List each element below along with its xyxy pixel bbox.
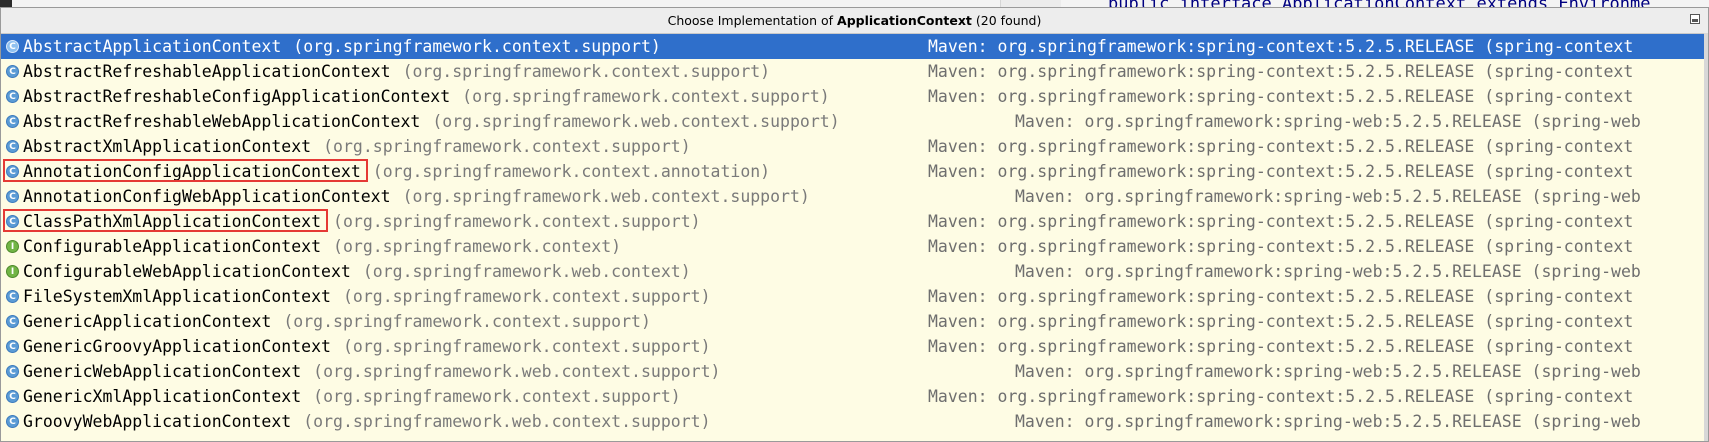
popup-title-prefix: Choose Implementation of: [667, 13, 834, 28]
package-name: (org.springframework.context.support): [283, 312, 651, 331]
class-name: AbstractRefreshableApplicationContext: [23, 62, 391, 81]
maven-artifact: Maven: org.springframework:spring-contex…: [928, 212, 1634, 231]
class-name: ConfigurableWebApplicationContext: [23, 262, 351, 281]
package-name: (org.springframework.context.support): [402, 62, 771, 81]
class-icon: C: [6, 315, 19, 328]
maven-artifact: Maven: org.springframework:spring-contex…: [928, 162, 1634, 181]
package-name: (org.springframework.context.support): [293, 37, 661, 56]
class-name: AbstractRefreshableConfigApplicationCont…: [23, 87, 451, 106]
class-icon: C: [6, 115, 19, 128]
maven-artifact: Maven: org.springframework:spring-web:5.…: [1015, 412, 1641, 431]
package-name: (org.springframework.context.support): [342, 337, 711, 356]
class-name: AbstractXmlApplicationContext: [23, 137, 312, 156]
popup-title-bold: ApplicationContext: [837, 13, 972, 28]
maven-artifact: Maven: org.springframework:spring-contex…: [928, 387, 1634, 406]
maven-artifact: Maven: org.springframework:spring-contex…: [928, 137, 1634, 156]
maven-artifact: Maven: org.springframework:spring-contex…: [928, 287, 1634, 306]
class-icon: C: [6, 290, 19, 303]
class-icon: C: [6, 140, 19, 153]
list-item[interactable]: C AnnotationConfigApplicationContext (org.…: [1, 159, 1708, 184]
class-icon: C: [6, 40, 19, 53]
class-name: GenericApplicationContext: [23, 312, 272, 331]
class-icon: C: [6, 415, 19, 428]
class-icon: C: [6, 340, 19, 353]
list-item[interactable]: I ConfigurableWebApplicationContext (org.s…: [1, 259, 1708, 284]
package-name: (org.springframework.web.context): [362, 262, 691, 281]
pin-window-icon[interactable]: [1690, 14, 1700, 24]
popup-header: Choose Implementation of ApplicationCont…: [1, 8, 1708, 34]
class-icon: C: [6, 165, 19, 178]
list-item[interactable]: C GenericGroovyApplicationContext (org.spr…: [1, 334, 1708, 359]
choose-implementation-popup: Choose Implementation of ApplicationCont…: [0, 7, 1709, 442]
package-name: (org.springframework.web.context.support…: [303, 412, 711, 431]
implementation-list: C AbstractApplicationContext (org.springfr…: [1, 34, 1708, 434]
class-icon: C: [6, 190, 19, 203]
class-name: GenericXmlApplicationContext: [23, 387, 302, 406]
maven-artifact: Maven: org.springframework:spring-contex…: [928, 312, 1634, 331]
package-name: (org.springframework.context.support): [313, 387, 681, 406]
class-name: AnnotationConfigApplicationContext: [23, 162, 361, 181]
maven-artifact: Maven: org.springframework:spring-web:5.…: [1015, 262, 1641, 281]
class-icon: C: [6, 365, 19, 378]
package-name: (org.springframework.context.support): [342, 287, 711, 306]
class-name: AbstractApplicationContext: [23, 37, 282, 56]
maven-artifact: Maven: org.springframework:spring-contex…: [928, 37, 1634, 56]
maven-artifact: Maven: org.springframework:spring-web:5.…: [1015, 112, 1641, 131]
package-name: (org.springframework.web.context.support…: [402, 187, 810, 206]
list-item[interactable]: C FileSystemXmlApplicationContext (org.spr…: [1, 284, 1708, 309]
list-item[interactable]: C AbstractApplicationContext (org.springfr…: [1, 34, 1708, 59]
package-name: (org.springframework.web.context.support…: [313, 362, 721, 381]
interface-icon: I: [6, 240, 19, 253]
package-name: (org.springframework.context.support): [323, 137, 691, 156]
class-icon: C: [6, 90, 19, 103]
package-name: (org.springframework.web.context.support…: [432, 112, 840, 131]
list-item[interactable]: C AbstractRefreshableWebApplicationContex…: [1, 109, 1708, 134]
list-item[interactable]: C GenericWebApplicationContext (org.spring…: [1, 359, 1708, 384]
list-item[interactable]: C GroovyWebApplicationContext (org.springf…: [1, 409, 1708, 434]
class-icon: C: [6, 65, 19, 78]
package-name: (org.springframework.context.annotation): [372, 162, 771, 181]
package-name: (org.springframework.context.support): [333, 212, 701, 231]
class-name: GenericGroovyApplicationContext: [23, 337, 331, 356]
list-item[interactable]: I ConfigurableApplicationContext (org.spri…: [1, 234, 1708, 259]
maven-artifact: Maven: org.springframework:spring-contex…: [928, 337, 1634, 356]
class-icon: C: [6, 215, 19, 228]
package-name: (org.springframework.context): [333, 237, 622, 256]
list-item[interactable]: C AnnotationConfigWebApplicationContext (o…: [1, 184, 1708, 209]
class-name: ClassPathXmlApplicationContext: [23, 212, 322, 231]
class-icon: C: [6, 390, 19, 403]
list-item[interactable]: C GenericXmlApplicationContext (org.spring…: [1, 384, 1708, 409]
list-item[interactable]: C AbstractXmlApplicationContext (org.sprin…: [1, 134, 1708, 159]
class-name: AnnotationConfigWebApplicationContext: [23, 187, 391, 206]
maven-artifact: Maven: org.springframework:spring-contex…: [928, 62, 1634, 81]
scrollbar[interactable]: [1704, 33, 1708, 441]
list-item[interactable]: C ClassPathXmlApplicationContext (org.spri…: [1, 209, 1708, 234]
list-item[interactable]: C AbstractRefreshableApplicationContext (o…: [1, 59, 1708, 84]
class-name: AbstractRefreshableWebApplicationContext: [23, 112, 421, 131]
class-name: GenericWebApplicationContext: [23, 362, 302, 381]
popup-title-suffix: (20 found): [975, 13, 1042, 28]
package-name: (org.springframework.context.support): [462, 87, 830, 106]
list-item[interactable]: C GenericApplicationContext (org.springfra…: [1, 309, 1708, 334]
maven-artifact: Maven: org.springframework:spring-contex…: [928, 237, 1634, 256]
maven-artifact: Maven: org.springframework:spring-web:5.…: [1015, 362, 1641, 381]
class-name: GroovyWebApplicationContext: [23, 412, 292, 431]
maven-artifact: Maven: org.springframework:spring-contex…: [928, 87, 1634, 106]
class-name: FileSystemXmlApplicationContext: [23, 287, 331, 306]
maven-artifact: Maven: org.springframework:spring-web:5.…: [1015, 187, 1641, 206]
interface-icon: I: [6, 265, 19, 278]
list-item[interactable]: C AbstractRefreshableConfigApplicationCon…: [1, 84, 1708, 109]
class-name: ConfigurableApplicationContext: [23, 237, 322, 256]
